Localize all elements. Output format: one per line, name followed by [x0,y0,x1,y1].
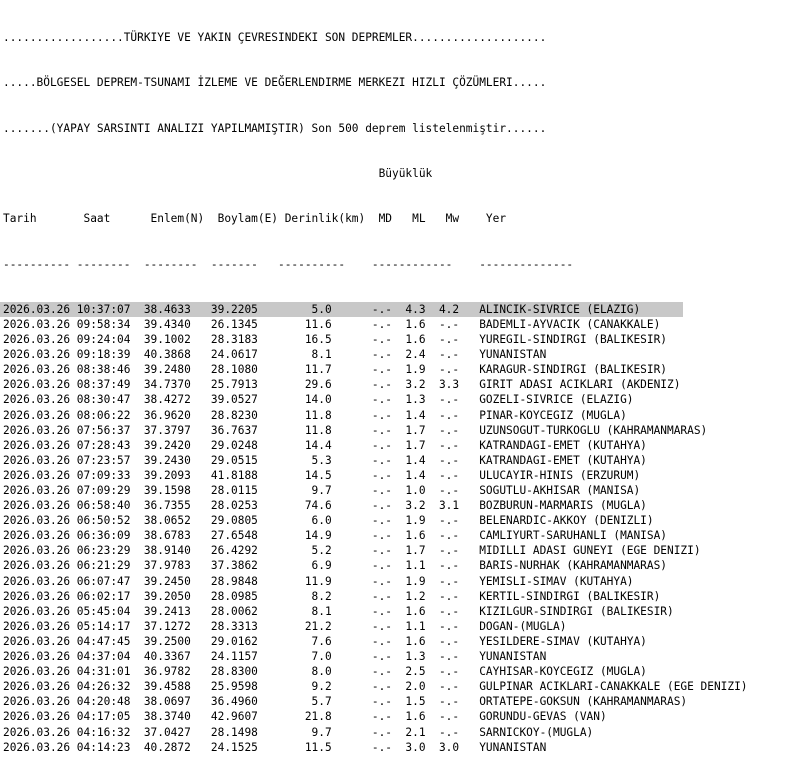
table-row[interactable]: 2026.03.26 06:36:09 38.6783 27.6548 14.9… [3,528,798,543]
table-row[interactable]: 2026.03.26 05:45:04 39.2413 28.0062 8.1 … [3,604,798,619]
table-row[interactable]: 2026.03.26 05:14:17 37.1272 28.3313 21.2… [3,619,798,634]
table-row[interactable]: 2026.03.26 04:20:48 38.0697 36.4960 5.7 … [3,694,798,709]
table-row[interactable]: 2026.03.26 06:21:29 37.9783 37.3862 6.9 … [3,558,798,573]
table-row[interactable]: 2026.03.26 07:56:37 37.3797 36.7637 11.8… [3,423,798,438]
table-row[interactable]: 2026.03.26 06:58:40 36.7355 28.0253 74.6… [3,498,798,513]
table-row[interactable]: 2026.03.26 04:17:05 38.3740 42.9607 21.8… [3,709,798,724]
table-row[interactable]: 2026.03.26 04:26:32 39.4588 25.9598 9.2 … [3,679,798,694]
table-row[interactable]: 2026.03.26 08:30:47 38.4272 39.0527 14.0… [3,392,798,407]
magnitude-group-header: Büyüklük [3,167,433,181]
table-row[interactable]: 2026.03.26 07:23:57 39.2430 29.0515 5.3 … [3,453,798,468]
table-row[interactable]: 2026.03.26 09:58:34 39.4340 26.1345 11.6… [3,317,798,332]
table-row[interactable]: 2026.03.26 04:37:04 40.3367 24.1157 7.0 … [3,649,798,664]
column-headers: Tarih Saat Enlem(N) Boylam(E) Derinlik(k… [3,212,507,226]
header-title-line: ..................TÜRKIYE VE YAKIN ÇEVRE… [3,31,547,45]
table-row[interactable]: 2026.03.26 07:28:43 39.2420 29.0248 14.4… [3,438,798,453]
table-row[interactable]: 2026.03.26 04:14:23 40.2872 24.1525 11.5… [3,740,798,755]
table-row[interactable]: 2026.03.26 08:06:22 36.9620 28.8230 11.8… [3,408,798,423]
table-row[interactable]: 2026.03.26 04:31:01 36.9782 28.8300 8.0 … [3,664,798,679]
table-row[interactable]: 2026.03.26 06:50:52 38.0652 29.0805 6.0 … [3,513,798,528]
earthquake-list-document: ..................TÜRKIYE VE YAKIN ÇEVRE… [0,0,798,770]
table-row[interactable]: 2026.03.26 06:23:29 38.9140 26.4292 5.2 … [3,543,798,558]
table-row[interactable]: 2026.03.26 09:24:04 39.1002 28.3183 16.5… [3,332,798,347]
table-row[interactable]: 2026.03.26 04:16:32 37.0427 28.1498 9.7 … [3,725,798,740]
table-row[interactable]: 2026.03.26 09:18:39 40.3868 24.0617 8.1 … [3,347,798,362]
table-row[interactable]: 2026.03.26 08:37:49 34.7370 25.7913 29.6… [3,377,798,392]
table-row[interactable]: 2026.03.26 04:47:45 39.2500 29.0162 7.6 … [3,634,798,649]
header-separator: ---------- -------- -------- ------- ---… [3,257,574,271]
header-agency-line: .....BÖLGESEL DEPREM-TSUNAMI İZLEME VE D… [3,76,547,90]
table-row[interactable]: 2026.03.26 07:09:33 39.2093 41.8188 14.5… [3,468,798,483]
table-row[interactable]: 2026.03.26 08:38:46 39.2480 28.1080 11.7… [3,362,798,377]
table-row-selected[interactable]: 2026.03.26 10:37:07 38.4633 39.2205 5.0 … [0,301,683,317]
header-note-line: .......(YAPAY SARSINTI ANALIZI YAPILMAMI… [3,121,547,135]
earthquake-rows: 2026.03.26 10:37:07 38.4633 39.2205 5.0 … [0,301,798,755]
table-row[interactable]: 2026.03.26 06:07:47 39.2450 28.9848 11.9… [3,574,798,589]
table-row[interactable]: 2026.03.26 06:02:17 39.2050 28.0985 8.2 … [3,589,798,604]
table-row[interactable]: 2026.03.26 07:09:29 39.1598 28.0115 9.7 … [3,483,798,498]
